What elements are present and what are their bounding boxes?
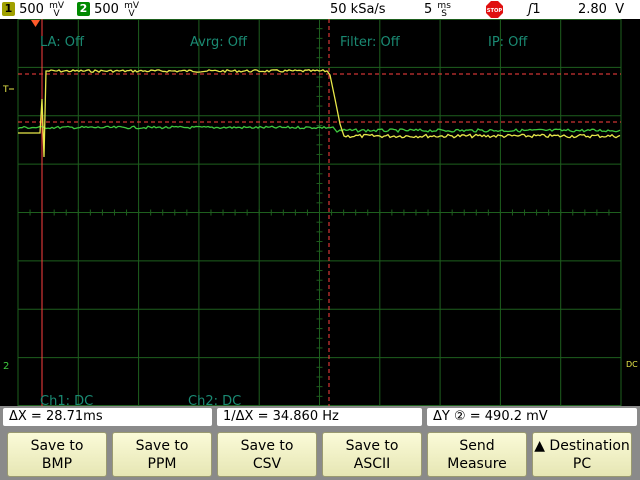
channel2-scale-value: 500	[94, 2, 119, 17]
trigger-level-value: 2.80	[578, 2, 607, 17]
trigger-level[interactable]: 2.80 V	[578, 0, 624, 19]
channel1-scale-unit: mV V	[49, 0, 65, 19]
save-bmp-button[interactable]: Save to BMP	[7, 432, 107, 477]
channel1-offset-marker: DC	[626, 360, 638, 369]
save-csv-button[interactable]: Save to CSV	[217, 432, 317, 477]
average-status: Avrg: Off	[190, 35, 247, 50]
channel1-badge: 1	[2, 1, 15, 16]
channel1-scale[interactable]: 1 500 mV V	[2, 0, 64, 19]
graticule: T 2 DC	[2, 19, 638, 406]
trigger-level-unit: V	[615, 2, 625, 17]
measurement-bar: ΔX = 28.71ms 1/ΔX = 34.860 Hz ΔY ② = 490…	[0, 406, 640, 428]
delta-y-readout: ΔY ② = 490.2 mV	[427, 408, 637, 426]
channel1-scale-value: 500	[19, 2, 44, 17]
trigger-position-marker	[31, 20, 40, 27]
stop-icon: STOP	[486, 1, 503, 18]
svg-text:STOP: STOP	[487, 8, 503, 14]
channel2-ground-marker: 2	[3, 361, 9, 372]
trigger-source-value: 1	[532, 2, 541, 17]
delta-x-readout: ΔX = 28.71ms	[3, 408, 212, 426]
save-ppm-button[interactable]: Save to PPM	[112, 432, 212, 477]
softkey-bar: Save to BMP Save to PPM Save to CSV Save to…	[0, 428, 640, 480]
send-measure-button[interactable]: Send Measure	[427, 432, 527, 477]
timebase-unit: ms S	[437, 0, 451, 19]
grid-lines	[17, 19, 622, 406]
la-status: LA: Off	[40, 35, 84, 50]
channel2-badge: 2	[77, 1, 90, 16]
save-ascii-button[interactable]: Save to ASCII	[322, 432, 422, 477]
channel2-scale[interactable]: 2 500 mV V	[77, 0, 139, 19]
inverse-delta-x-readout: 1/ΔX = 34.860 Hz	[217, 408, 422, 426]
ip-status: IP: Off	[488, 35, 528, 50]
channel2-scale-unit: mV V	[124, 0, 140, 19]
run-stop-indicator[interactable]: STOP	[486, 0, 503, 19]
timebase-value: 5	[424, 2, 433, 17]
status-bar: 1 500 mV V 2 500 mV V 50 kSa/s 5 ms S STOP …	[0, 0, 640, 19]
destination-button[interactable]: ▲ Destination PC	[532, 432, 632, 477]
timebase[interactable]: 5 ms S	[424, 0, 451, 19]
waveform-display[interactable]: T 2 DC LA: Off Avrg: Off Filter: Off IP:…	[0, 19, 640, 409]
trigger-source[interactable]: ʃ1	[528, 0, 541, 19]
sample-rate: 50 kSa/s	[330, 2, 386, 17]
filter-status: Filter: Off	[340, 35, 400, 50]
trigger-level-marker: T	[2, 85, 9, 95]
